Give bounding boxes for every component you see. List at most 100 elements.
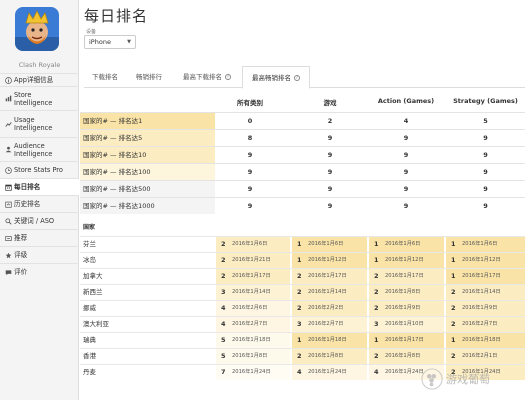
sidebar-item-audience-intelligence[interactable]: Audience Intelligence (0, 137, 79, 161)
rank-date: 2016年1月17日 (385, 273, 424, 279)
rank-value: 1 (451, 240, 456, 248)
sidebar-item-store-intelligence[interactable]: Store Intelligence (0, 86, 79, 110)
rank-value: 2 (221, 240, 226, 248)
device-select-value: iPhone (89, 38, 111, 46)
rank-value: 1 (297, 256, 302, 264)
tab-label: 下载排名 (92, 73, 118, 81)
rank-date: 2016年1月17日 (462, 273, 501, 279)
sidebar-item-label: App详细信息 (14, 76, 54, 84)
rank-date: 2016年1月12日 (308, 257, 347, 263)
rank-date: 2016年1月6日 (308, 241, 344, 247)
tab-label: 最高下载排名 (183, 73, 222, 81)
rank-cell: 4 2016年2月6日 (216, 301, 290, 316)
rank-cell: 1 2016年1月17日 (369, 333, 444, 348)
recommend-icon (4, 234, 12, 242)
rank-value: 2 (297, 304, 302, 312)
country-name[interactable]: 冰岛 (83, 253, 96, 268)
country-row: 香港 5 2016年1月8日 2 2016年1月8日 2 2016年1月8日 2 2016年2月… (80, 348, 525, 364)
rank-value: 2 (297, 288, 302, 296)
watermark-text: 游戏葡萄 (446, 373, 490, 386)
rank-date: 2016年2月2日 (308, 305, 344, 311)
app-logo[interactable] (15, 7, 59, 51)
rank-date: 2016年1月21日 (232, 257, 271, 263)
tab-download-ranking[interactable]: 下载排名 (84, 66, 126, 88)
country-name[interactable]: 加拿大 (83, 269, 103, 284)
rank-value: 5 (221, 352, 226, 360)
rank-date: 2016年1月8日 (385, 289, 421, 295)
rank-value: 2 (451, 288, 456, 296)
app-name: Clash Royale (18, 61, 61, 69)
summary-cell: 9 (247, 202, 253, 210)
rank-cell: 2 2016年2月1日 (446, 349, 525, 364)
summary-row: 国家的# — 排名达1000 9 9 9 9 (80, 197, 525, 214)
rank-value: 1 (451, 336, 456, 344)
rank-cell: 1 2016年1月6日 (369, 237, 444, 252)
help-icon[interactable]: ? (225, 74, 231, 80)
tab-top-grossing-ranking[interactable]: 最高畅销排名? (242, 66, 310, 89)
sidebar-item-label: Store Intelligence (14, 90, 53, 107)
rank-date: 2016年2月7日 (308, 321, 344, 327)
rank-value: 2 (374, 304, 379, 312)
rank-cell: 3 2016年1月10日 (369, 317, 444, 332)
sidebar-item-review[interactable]: 评价 (0, 263, 79, 280)
country-name[interactable]: 瑞典 (83, 333, 96, 348)
tab-grossing-ranking[interactable]: 畅销排行 (128, 66, 170, 88)
rank-value: 2 (221, 272, 226, 280)
rank-date: 2016年2月1日 (462, 353, 498, 359)
rank-cell: 5 2016年1月8日 (216, 349, 290, 364)
ranking-tabs: 下载排名 畅销排行 最高下载排名? 最高畅销排名? (84, 66, 525, 89)
rank-date: 2016年1月6日 (385, 241, 421, 247)
summary-row: 国家的# — 排名达100 9 9 9 9 (80, 163, 525, 180)
rank-value: 5 (221, 336, 226, 344)
summary-cell: 9 (247, 168, 253, 176)
audience-icon (4, 146, 12, 154)
country-row: 挪威 4 2016年2月6日 2 2016年2月2日 2 2016年1月9日 2 2016年1月… (80, 300, 525, 316)
rank-cell: 1 2016年1月6日 (446, 237, 525, 252)
country-name[interactable]: 芬兰 (83, 237, 96, 252)
rank-date: 2016年1月6日 (232, 241, 268, 247)
country-name[interactable]: 澳大利亚 (83, 317, 109, 332)
country-name[interactable]: 香港 (83, 349, 96, 364)
rank-date: 2016年1月17日 (232, 273, 271, 279)
rank-date: 2016年1月12日 (385, 257, 424, 263)
rank-value: 4 (221, 304, 226, 312)
rank-value: 2 (297, 352, 302, 360)
device-label: 设备 (86, 29, 97, 35)
help-icon[interactable]: ? (294, 75, 300, 81)
summary-cell: 5 (483, 117, 488, 125)
country-row: 加拿大 2 2016年1月17日 2 2016年1月17日 2 2016年1月17日 1 201… (80, 268, 525, 284)
sidebar-item-history-ranking[interactable]: 历史排名 (0, 195, 79, 212)
sidebar-item-app-details[interactable]: App详细信息 (0, 73, 79, 86)
rank-value: 4 (374, 368, 379, 376)
rank-cell: 7 2016年1月24日 (216, 365, 290, 380)
sidebar-item-keywords-aso[interactable]: 关键词 / ASO (0, 212, 79, 229)
sidebar-item-recommend[interactable]: 推荐 (0, 229, 79, 246)
summary-row-label: 国家的# — 排名达1 (80, 113, 215, 129)
rank-date: 2016年1月8日 (232, 353, 268, 359)
summary-row: 国家的# — 排名达5 8 9 9 9 (80, 129, 525, 146)
country-name[interactable]: 丹麦 (83, 365, 96, 380)
rank-value: 1 (451, 272, 456, 280)
summary-cell: 9 (483, 151, 488, 159)
rank-value: 3 (374, 320, 379, 328)
summary-cell: 9 (483, 134, 488, 142)
country-name[interactable]: 新西兰 (83, 285, 103, 300)
sidebar-item-store-stats-pro[interactable]: Store Stats Pro (0, 161, 79, 178)
summary-cell: 9 (327, 185, 333, 193)
rank-cell: 2 2016年1月21日 (216, 253, 290, 268)
sidebar-item-rating[interactable]: 评级 (0, 246, 79, 263)
sidebar-item-daily-ranking[interactable]: 每日排名 (0, 178, 79, 195)
rank-date: 2016年1月14日 (462, 289, 501, 295)
summary-cell: 9 (247, 185, 253, 193)
summary-cell: 9 (403, 151, 409, 159)
country-name[interactable]: 挪威 (83, 301, 96, 316)
sidebar-item-usage-intelligence[interactable]: Usage Intelligence (0, 110, 79, 137)
rank-cell: 2 2016年2月2日 (292, 301, 367, 316)
rank-cell: 1 2016年1月17日 (446, 269, 525, 284)
rank-cell: 2 2016年1月17日 (292, 269, 367, 284)
summary-row-label: 国家的# — 排名达5 (80, 130, 215, 146)
rank-date: 2016年2月6日 (232, 305, 268, 311)
tab-top-download-ranking[interactable]: 最高下载排名? (172, 66, 242, 88)
device-select[interactable]: iPhone ▼ (84, 35, 136, 49)
rank-date: 2016年1月24日 (232, 369, 271, 375)
